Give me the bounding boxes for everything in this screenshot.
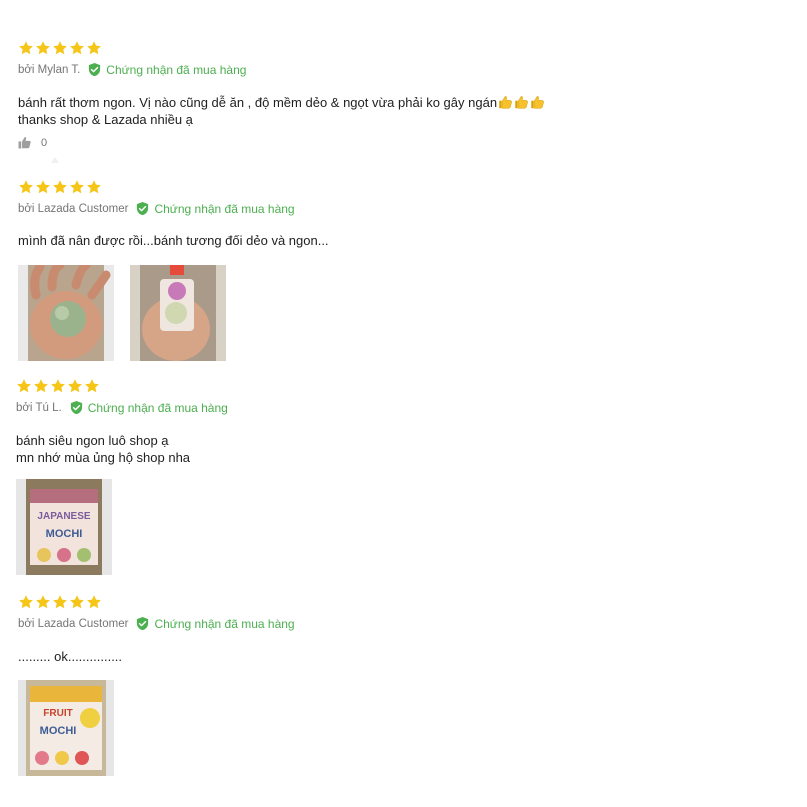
star-icon — [84, 378, 100, 394]
tooltip-caret — [51, 157, 59, 163]
verified-label: Chứng nhận đã mua hàng — [87, 400, 228, 415]
star-rating — [18, 179, 102, 195]
star-icon — [35, 594, 51, 610]
star-icon — [69, 179, 85, 195]
review-text: mình đã nân được rồi...bánh tương đối dẻ… — [18, 232, 329, 249]
review-text: bánh siêu ngon luô shop ạ mn nhớ mùa ủng… — [16, 432, 190, 466]
review-author: bởi Lazada Customer — [18, 202, 129, 215]
box-label-bottom: MOCHI — [40, 725, 77, 737]
star-icon — [18, 40, 34, 56]
thumbs-up-emoji-icon — [530, 95, 545, 109]
like-button[interactable]: 0 — [18, 136, 47, 149]
like-icon — [18, 136, 31, 149]
verified-purchase-badge: Chứng nhận đã mua hàng — [135, 201, 295, 216]
review-text-line: ......... ok............... — [18, 649, 123, 664]
verified-purchase-badge: Chứng nhận đã mua hàng — [135, 616, 295, 631]
review-text-line: thanks shop & Lazada nhiều ạ — [18, 112, 193, 127]
like-count: 0 — [41, 136, 48, 149]
star-rating — [18, 594, 102, 610]
star-icon — [50, 378, 66, 394]
box-label-top: JAPANESE — [37, 511, 90, 522]
review-text-line: bánh siêu ngon luô shop ạ — [16, 433, 169, 448]
star-icon — [86, 40, 102, 56]
star-icon — [86, 594, 102, 610]
verified-label: Chứng nhận đã mua hàng — [154, 201, 295, 216]
star-icon — [52, 179, 68, 195]
verified-shield-icon — [87, 62, 102, 77]
star-icon — [67, 378, 83, 394]
star-icon — [52, 594, 68, 610]
thumbs-up-emoji-icon — [514, 95, 529, 109]
review-text: ......... ok............... — [18, 648, 122, 665]
review-text: bánh rất thơm ngon. Vị nào cũng dễ ăn , … — [18, 94, 545, 128]
verified-shield-icon — [135, 201, 150, 216]
star-icon — [35, 40, 51, 56]
star-icon — [18, 594, 34, 610]
review-text-line: mình đã nân được rồi...bánh tương đối dẻ… — [18, 233, 329, 248]
star-icon — [33, 378, 49, 394]
review-text-line: mn nhớ mùa ủng hộ shop nha — [16, 450, 191, 465]
star-icon — [16, 378, 32, 394]
star-icon — [69, 40, 85, 56]
verified-shield-icon — [135, 616, 150, 631]
star-rating — [16, 378, 100, 394]
star-icon — [35, 179, 51, 195]
review-photo-mochi-in-hand[interactable] — [18, 265, 114, 361]
photo-fruit-mochi-box: FRUIT MOCHI — [18, 680, 114, 776]
review-text-line: bánh rất thơm ngon. Vị nào cũng dễ ăn , … — [18, 95, 498, 110]
photo-mochi-package-in-hand — [130, 265, 226, 361]
photo-mochi-in-hand — [18, 265, 114, 361]
review-photo-japanese-mochi-box[interactable]: JAPANESE MOCHI — [16, 479, 112, 575]
review-author: bởi Lazada Customer — [18, 617, 129, 630]
review-photo-fruit-mochi-box[interactable]: FRUIT MOCHI — [18, 680, 114, 776]
verified-purchase-badge: Chứng nhận đã mua hàng — [69, 400, 228, 415]
verified-shield-icon — [69, 400, 84, 415]
box-label-top: FRUIT — [43, 708, 72, 719]
review-photo-mochi-package-in-hand[interactable] — [130, 265, 226, 361]
star-rating — [18, 40, 102, 56]
box-label-bottom: MOCHI — [46, 528, 83, 540]
star-icon — [18, 179, 34, 195]
photo-japanese-mochi-box: JAPANESE MOCHI — [16, 479, 112, 575]
verified-purchase-badge: Chứng nhận đã mua hàng — [87, 62, 246, 77]
thumbs-up-emoji-icon — [498, 95, 513, 109]
review-author: bởi Mylan T. — [18, 63, 81, 76]
verified-label: Chứng nhận đã mua hàng — [154, 616, 295, 631]
verified-label: Chứng nhận đã mua hàng — [106, 62, 247, 77]
star-icon — [69, 594, 85, 610]
review-author: bởi Tú L. — [16, 401, 62, 414]
star-icon — [86, 179, 102, 195]
star-icon — [52, 40, 68, 56]
